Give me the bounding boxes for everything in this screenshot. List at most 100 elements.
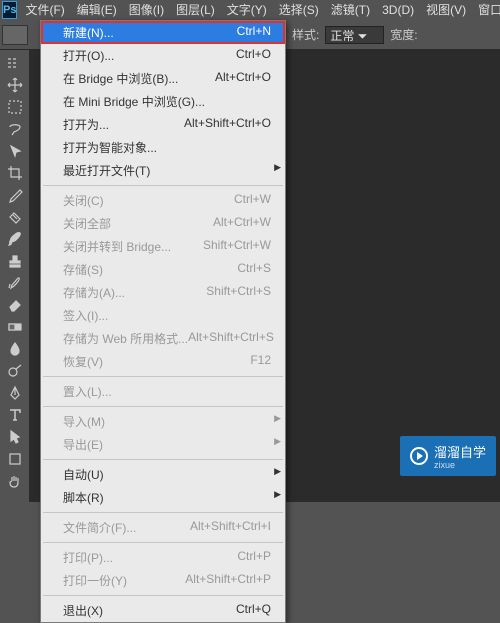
pen-tool-icon[interactable] [3,382,27,404]
menu-item: 存储(S)Ctrl+S [41,258,285,281]
menu-item-label: 存储为 Web 所用格式... [63,330,188,347]
menu-item-label: 关闭(C) [63,192,104,209]
crop-tool-icon[interactable] [3,162,27,184]
brush-tool-icon[interactable] [3,228,27,250]
menu-item-label: 关闭全部 [63,215,111,232]
menu-item-label: 打开为智能对象... [63,139,157,156]
lasso-tool-icon[interactable] [3,118,27,140]
tool-preset[interactable] [2,25,28,45]
menu-item[interactable]: 在 Mini Bridge 中浏览(G)... [41,90,285,113]
menu-item[interactable]: 打开为智能对象... [41,136,285,159]
menu-item: 打印一份(Y) Alt+Shift+Ctrl+P [41,569,285,592]
menu-select[interactable]: 选择(S) [273,0,325,20]
menu-item[interactable]: 脚本(R) [41,486,285,509]
menu-item: 导入(M) [41,410,285,433]
eraser-tool-icon[interactable] [3,294,27,316]
menu-item-label: 新建(N)... [63,24,114,41]
menu-separator [43,459,283,460]
menu-item[interactable]: 打开为... Alt+Shift+Ctrl+O [41,113,285,136]
menu-layer[interactable]: 图层(L) [170,0,221,20]
menu-item-shortcut: Alt+Shift+Ctrl+O [184,116,271,133]
menu-item: 存储为 Web 所用格式...Alt+Shift+Ctrl+S [41,327,285,350]
width-label: 宽度: [390,26,417,43]
dodge-tool-icon[interactable] [3,360,27,382]
menu-item: 关闭(C) Ctrl+W [41,189,285,212]
menu-window[interactable]: 窗口(W) [472,0,500,20]
marquee-tool-icon[interactable] [3,96,27,118]
menu-item: 关闭并转到 Bridge... Shift+Ctrl+W [41,235,285,258]
style-select[interactable]: 正常 ⏷ [325,26,384,44]
menu-item[interactable]: 退出(X) Ctrl+Q [41,599,285,622]
menu-item-label: 打印一份(Y) [63,572,127,589]
menu-item-label: 最近打开文件(T) [63,162,150,179]
menu-item-shortcut: Alt+Shift+Ctrl+P [185,572,271,589]
gradient-tool-icon[interactable] [3,316,27,338]
menu-item-shortcut: Ctrl+W [234,192,271,209]
menu-separator [43,595,283,596]
menu-type[interactable]: 文字(Y) [221,0,273,20]
menu-item-label: 在 Bridge 中浏览(B)... [63,70,178,87]
hand-tool-icon[interactable] [3,470,27,492]
menu-separator [43,406,283,407]
menu-item: 置入(L)... [41,380,285,403]
path-select-tool-icon[interactable] [3,426,27,448]
healing-tool-icon[interactable] [3,206,27,228]
menu-item-label: 打开(O)... [63,47,114,64]
menu-item[interactable]: 在 Bridge 中浏览(B)... Alt+Ctrl+O [41,67,285,90]
menu-filter[interactable]: 滤镜(T) [325,0,376,20]
menu-separator [43,185,283,186]
menu-view[interactable]: 视图(V) [420,0,472,20]
menu-item-shortcut: Alt+Ctrl+W [213,215,271,232]
stamp-tool-icon[interactable] [3,250,27,272]
menu-item: 存储为(A)... Shift+Ctrl+S [41,281,285,304]
watermark-sub: zixue [434,461,486,470]
menu-item-shortcut: Alt+Shift+Ctrl+S [188,330,274,347]
menu-item-label: 导入(M) [63,413,105,430]
menu-item-label: 签入(I)... [63,307,108,324]
menu-item-shortcut: Alt+Shift+Ctrl+I [190,519,271,536]
menu-item-label: 打印(P)... [63,549,113,566]
eyedropper-tool-icon[interactable] [3,184,27,206]
type-tool-icon[interactable] [3,404,27,426]
menu-item-label: 打开为... [63,116,109,133]
watermark-text: 溜溜自学 [434,445,486,460]
menu-item-label: 恢复(V) [63,353,103,370]
handle-icon[interactable] [3,52,27,74]
menu-separator [43,512,283,513]
menu-item[interactable]: 最近打开文件(T) [41,159,285,182]
menu-item[interactable]: 自动(U) [41,463,285,486]
style-label: 样式: [292,26,319,43]
menu-file[interactable]: 文件(F) [19,0,70,20]
menu-item-label: 存储为(A)... [63,284,125,301]
menu-item-shortcut: Alt+Ctrl+O [215,70,271,87]
menu-item-shortcut: F12 [250,353,271,370]
menu-3d[interactable]: 3D(D) [376,0,420,20]
menu-item-shortcut: Ctrl+Q [236,602,271,619]
menu-item-shortcut: Ctrl+O [236,47,271,64]
menu-item-label: 关闭并转到 Bridge... [63,238,171,255]
menu-item: 文件简介(F)...Alt+Shift+Ctrl+I [41,516,285,539]
menu-item-shortcut: Ctrl+P [237,549,271,566]
menubar: 文件(F) 编辑(E) 图像(I) 图层(L) 文字(Y) 选择(S) 滤镜(T… [19,0,500,20]
menu-image[interactable]: 图像(I) [123,0,170,20]
menu-item-shortcut: Ctrl+N [237,24,271,41]
watermark: 溜溜自学 zixue [400,436,496,476]
menu-item-label: 存储(S) [63,261,103,278]
blur-tool-icon[interactable] [3,338,27,360]
menu-item[interactable]: 新建(N)... Ctrl+N [41,21,285,44]
move-tool-icon[interactable] [3,74,27,96]
menu-item-shortcut: Shift+Ctrl+W [203,238,271,255]
menu-item: 恢复(V) F12 [41,350,285,373]
menu-item: 关闭全部 Alt+Ctrl+W [41,212,285,235]
menu-item-label: 在 Mini Bridge 中浏览(G)... [63,93,205,110]
menu-edit[interactable]: 编辑(E) [71,0,123,20]
menu-item-label: 脚本(R) [63,489,104,506]
menu-item-label: 导出(E) [63,436,103,453]
menu-item-shortcut: Shift+Ctrl+S [206,284,271,301]
history-brush-tool-icon[interactable] [3,272,27,294]
menu-item[interactable]: 打开(O)... Ctrl+O [41,44,285,67]
menu-item-label: 自动(U) [63,466,104,483]
quick-select-tool-icon[interactable] [3,140,27,162]
menu-item-label: 退出(X) [63,602,103,619]
shape-tool-icon[interactable] [3,448,27,470]
